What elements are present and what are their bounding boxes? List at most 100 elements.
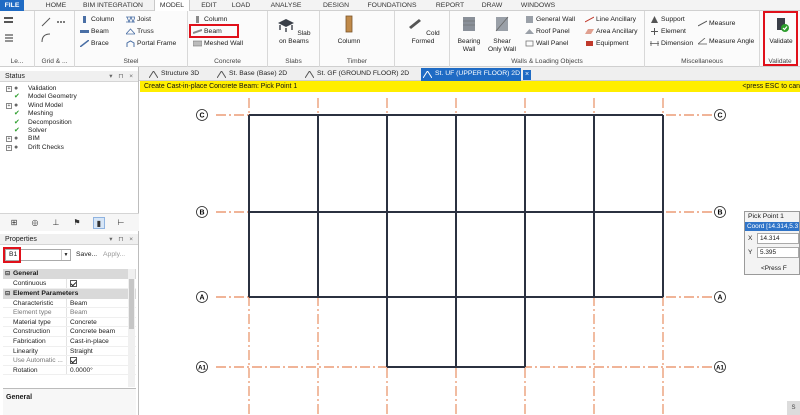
roof-panel-button[interactable]: Roof Panel <box>524 26 570 37</box>
line-ancillary-button[interactable]: Line Ancillary <box>584 14 636 25</box>
element-button[interactable]: Element <box>649 26 686 37</box>
menu-tab-file[interactable]: FILE <box>0 0 24 11</box>
close-tab-icon[interactable]: × <box>523 70 531 80</box>
equipment-label: Equipment <box>596 40 629 47</box>
wall-panel-icon <box>525 40 534 47</box>
floor-plan-view[interactable]: C B A A1 C B A A1 <box>140 92 800 415</box>
grid-arc-icon[interactable] <box>41 33 51 43</box>
view-corner-button[interactable]: S <box>787 401 800 415</box>
bearing-wall-button[interactable]: Bearing Wall <box>452 15 486 54</box>
status-item-decomposition[interactable]: ✔ Decomposition <box>0 119 138 127</box>
status-view-icon[interactable]: ▮ <box>93 217 105 229</box>
panel-pin-close-icon[interactable]: ▾ ⊓ × <box>109 234 135 245</box>
timber-column-button[interactable]: Column <box>334 15 364 46</box>
expand-icon[interactable]: + <box>6 102 12 109</box>
property-row[interactable]: Material type Concrete <box>3 317 136 328</box>
y-input[interactable]: 5.395 <box>757 247 799 258</box>
x-input[interactable]: 14.314 <box>757 233 799 244</box>
panel-pin-close-icon[interactable]: ▾ ⊓ × <box>109 71 135 82</box>
scrollbar-thumb[interactable] <box>129 279 134 329</box>
grid-dots-icon[interactable] <box>56 17 66 27</box>
tab-structure-3d[interactable]: Structure 3D <box>147 68 209 81</box>
tab-st-gf[interactable]: St. GF (GROUND FLOOR) 2D <box>303 68 409 81</box>
property-continuous[interactable]: Continuous <box>3 279 136 289</box>
menu-tab-design[interactable]: DESIGN <box>318 0 354 11</box>
concrete-meshed-wall-button[interactable]: Meshed Wall <box>192 38 243 49</box>
expand-icon[interactable]: + <box>6 136 12 143</box>
status-item-drift-checks[interactable]: + ● Drift Checks <box>0 144 138 152</box>
globe-icon[interactable]: ◎ <box>29 217 41 229</box>
property-row[interactable]: Characteristic Beam <box>3 298 136 309</box>
property-rotation[interactable]: Rotation 0.0000° <box>3 365 136 376</box>
filter-icon[interactable]: ⊢ <box>115 217 127 229</box>
properties-scrollbar[interactable] <box>128 269 135 387</box>
menu-tab-analyse[interactable]: ANALYSE <box>266 0 306 11</box>
equipment-button[interactable]: Equipment <box>584 38 629 49</box>
dimension-button[interactable]: Dimension <box>649 38 693 49</box>
grid-label-b: B <box>717 210 722 217</box>
property-row[interactable]: Linearity Straight <box>3 346 136 357</box>
status-item-label: Drift Checks <box>28 143 64 151</box>
property-row[interactable]: Construction Concrete beam <box>3 327 136 337</box>
steel-brace-button[interactable]: Brace <box>79 38 109 49</box>
menu-tab-foundations[interactable]: FOUNDATIONS <box>364 0 420 11</box>
measure-angle-label: Measure Angle <box>709 38 755 45</box>
drawing-canvas[interactable]: Create Cast-in-place Concrete Beam: Pick… <box>140 81 800 415</box>
category-general[interactable]: ⊟ General <box>3 269 136 279</box>
grid-line-icon[interactable] <box>41 17 51 27</box>
steel-portal-button[interactable]: Portal Frame <box>125 38 176 49</box>
groups-icon[interactable]: ⚑ <box>71 217 83 229</box>
property-row[interactable]: Element type Beam <box>3 308 136 318</box>
expand-icon[interactable]: + <box>6 86 12 92</box>
menu-tab-home[interactable]: HOME <box>40 0 72 11</box>
continuous-checkbox[interactable] <box>70 280 77 287</box>
use-automatic-checkbox[interactable] <box>70 357 77 365</box>
menu-tab-edit[interactable]: EDIT <box>196 0 222 11</box>
chevron-down-icon[interactable]: ▼ <box>61 250 70 260</box>
tab-st-base[interactable]: St. Base (Base) 2D <box>215 68 287 81</box>
area-ancillary-button[interactable]: Area Ancillary <box>584 26 638 37</box>
general-wall-button[interactable]: General Wall <box>524 14 575 25</box>
levels-list-button[interactable] <box>3 33 15 46</box>
shear-wall-button[interactable]: Shear Only Wall <box>486 15 518 54</box>
status-item-label: Validation <box>28 85 57 92</box>
ribbon-group-walls-label: Walls & Loading Objects <box>511 58 583 65</box>
status-item-model-geometry[interactable]: ✔ Model Geometry <box>0 93 138 101</box>
structure-tree-icon[interactable]: ⊞ <box>8 217 20 229</box>
slab-on-beams-button[interactable]: Slab on Beams <box>276 15 312 46</box>
status-item-bim[interactable]: + ● BIM <box>0 135 138 143</box>
collapse-icon[interactable]: ⊟ <box>5 269 10 279</box>
apply-button[interactable]: Apply... <box>103 249 125 261</box>
loads-icon[interactable]: ⊥ <box>50 217 62 229</box>
status-item-meshing[interactable]: ✔ Meshing <box>0 110 138 118</box>
levels-button[interactable] <box>3 15 15 32</box>
steel-beam-button[interactable]: Beam <box>79 26 109 37</box>
menu-tab-bim-integration[interactable]: BIM INTEGRATION <box>80 0 146 11</box>
press-enter-hint: <Press F <box>761 265 787 272</box>
category-element-parameters[interactable]: ⊟ Element Parameters <box>3 288 136 299</box>
coord-selector[interactable]: Coord [14.314,5.3 <box>745 222 799 231</box>
collapse-icon[interactable]: ⊟ <box>5 289 10 299</box>
steel-joist-button[interactable]: Joist <box>125 14 151 25</box>
tab-st-uf[interactable]: St. UF (UPPER FLOOR) 2D <box>421 68 521 81</box>
steel-truss-button[interactable]: Truss <box>125 26 154 37</box>
save-button[interactable]: Save... <box>76 249 97 261</box>
property-use-automatic[interactable]: Use Automatic ... <box>3 356 136 366</box>
menu-tab-windows[interactable]: WINDOWS <box>514 0 562 11</box>
menu-tab-load[interactable]: LOAD <box>228 0 254 11</box>
wall-panel-button[interactable]: Wall Panel <box>524 38 568 49</box>
property-row[interactable]: Fabrication Cast-in-place <box>3 336 136 347</box>
menu-tab-report[interactable]: REPORT <box>430 0 470 11</box>
measure-button[interactable]: Measure <box>697 18 735 29</box>
status-item-validation[interactable]: + ● Validation <box>0 85 138 93</box>
steel-column-button[interactable]: Column <box>79 14 114 25</box>
status-item-solver[interactable]: ✔ Solver <box>0 127 138 135</box>
cold-formed-button[interactable]: Cold Formed <box>401 15 445 46</box>
measure-angle-button[interactable]: Measure Angle <box>697 36 754 47</box>
status-item-wind-model[interactable]: + ● Wind Model <box>0 102 138 110</box>
support-button[interactable]: Support <box>649 14 685 25</box>
expand-icon[interactable]: + <box>6 144 12 151</box>
menu-tab-draw[interactable]: DRAW <box>476 0 508 11</box>
concrete-column-label: Column <box>204 16 228 23</box>
command-prompt-text: Create Cast-in-place Concrete Beam: Pick… <box>144 83 298 90</box>
